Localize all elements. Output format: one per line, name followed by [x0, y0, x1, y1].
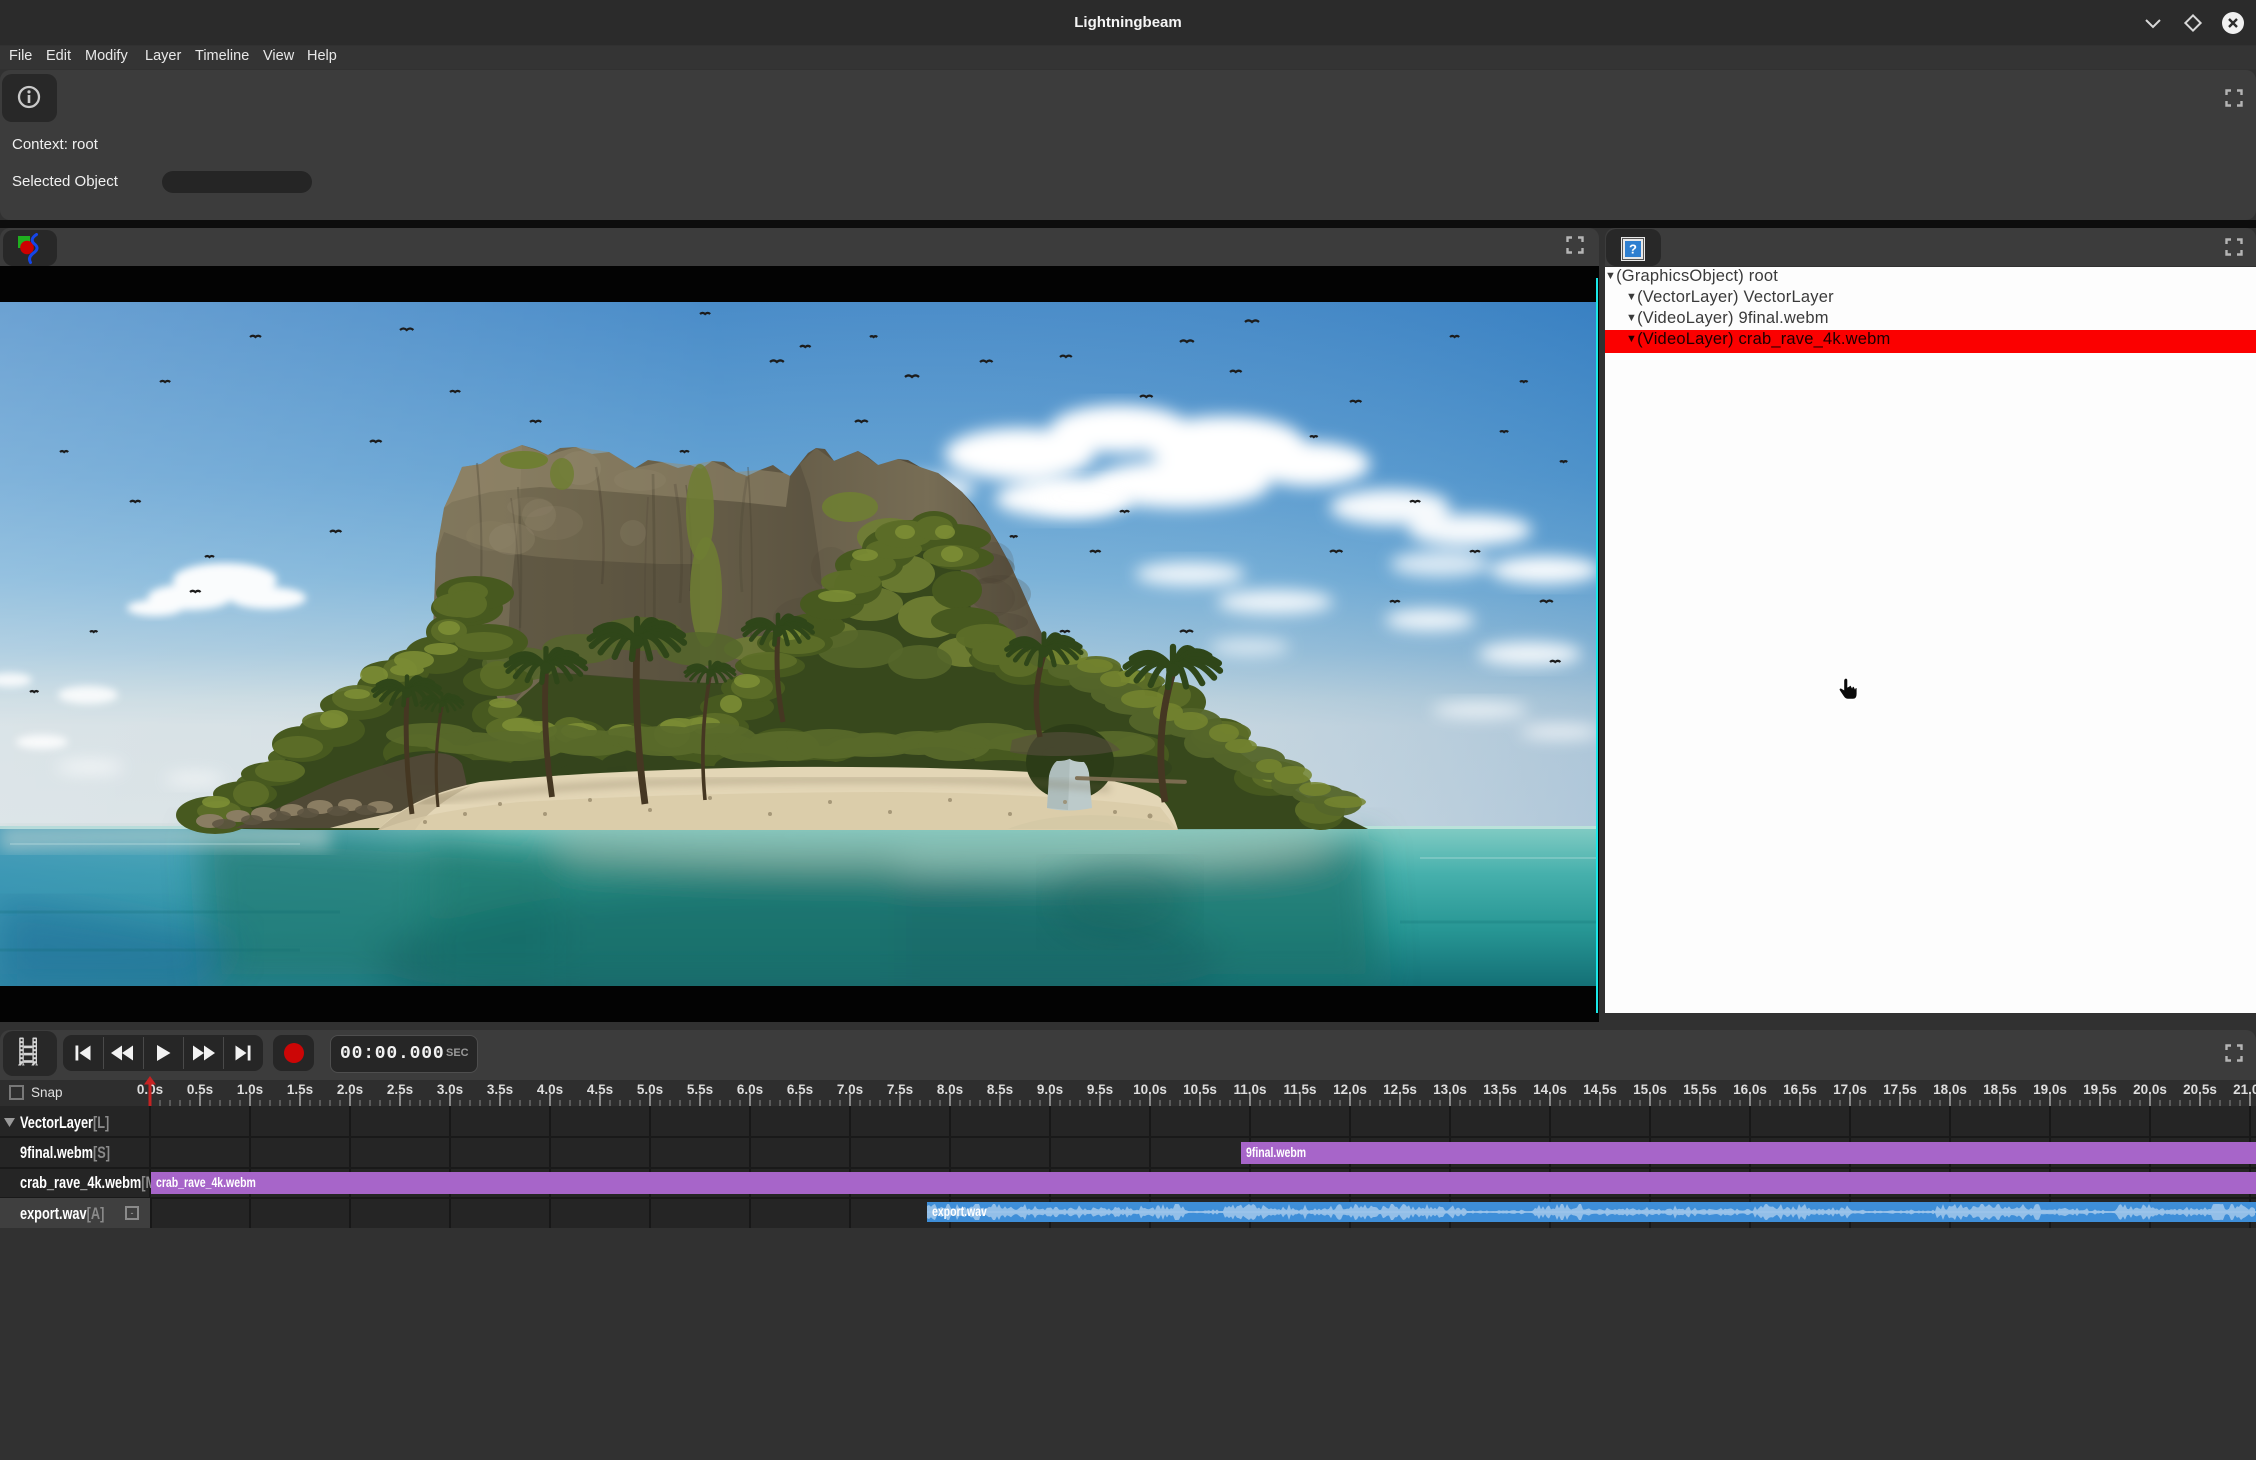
svg-text:?: ?: [1629, 242, 1637, 257]
